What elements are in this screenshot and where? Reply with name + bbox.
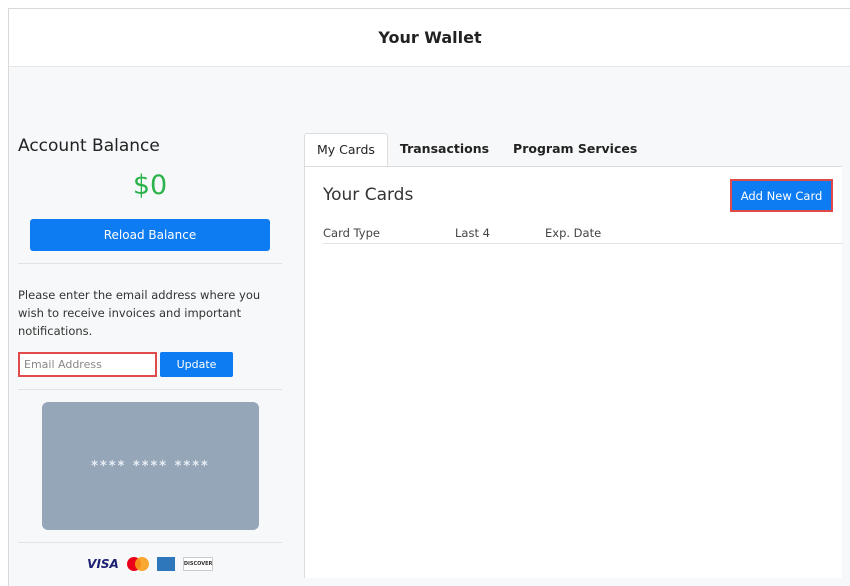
wallet-tabs: My Cards Transactions Program Services — [304, 133, 649, 167]
divider — [18, 542, 282, 543]
column-exp-date: Exp. Date — [545, 226, 602, 240]
email-address-input[interactable] — [18, 352, 157, 377]
mastercard-icon — [126, 557, 149, 571]
your-cards-title: Your Cards — [323, 185, 414, 205]
add-new-card-button[interactable]: Add New Card — [730, 179, 833, 212]
tab-program-services[interactable]: Program Services — [501, 133, 649, 167]
account-balance-title: Account Balance — [18, 136, 160, 156]
tab-my-cards[interactable]: My Cards — [304, 133, 388, 167]
divider — [18, 263, 282, 264]
cards-table-header: Card Type Last 4 Exp. Date — [323, 226, 843, 244]
visa-icon: VISA — [87, 557, 119, 571]
column-card-type: Card Type — [323, 226, 380, 240]
tab-transactions[interactable]: Transactions — [388, 133, 501, 167]
page-title: Your Wallet — [378, 28, 482, 47]
email-notice-text: Please enter the email address where you… — [18, 288, 261, 338]
balance-amount: $0 — [132, 170, 168, 201]
account-panel: Account Balance $0 Reload Balance Please… — [18, 136, 282, 571]
update-email-button[interactable]: Update — [160, 352, 233, 377]
card-brand-logos: VISA DISCOVER — [18, 557, 282, 571]
email-form: Update — [18, 352, 282, 377]
discover-icon: DISCOVER — [182, 557, 213, 571]
masked-card-number: **** **** **** — [91, 458, 210, 474]
header-bar: Your Wallet — [9, 9, 850, 67]
amex-icon — [156, 557, 175, 571]
cards-panel: Your Cards Add New Card Card Type Last 4… — [304, 166, 843, 578]
divider — [18, 389, 282, 390]
card-preview: **** **** **** — [42, 402, 259, 530]
reload-balance-button[interactable]: Reload Balance — [30, 219, 270, 251]
column-last-4: Last 4 — [455, 226, 490, 240]
